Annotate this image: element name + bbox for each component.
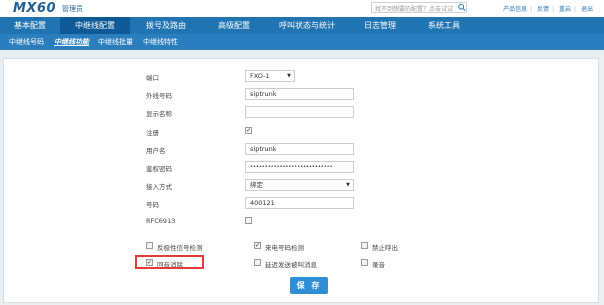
access-mode-label: 接入方式 xyxy=(146,183,172,191)
link-restart[interactable]: 重启 xyxy=(559,6,571,13)
top-links: 产品信息 | 反馈 | 重启 | 退出 xyxy=(503,6,593,13)
nav-trunk-config[interactable]: 中继线配置 xyxy=(60,17,130,34)
display-name-label: 显示名称 xyxy=(146,110,172,118)
polarity-detect-checkbox[interactable] xyxy=(146,242,153,249)
record-label: 录音 xyxy=(372,261,385,269)
caller-id-detect-label: 来电号码检测 xyxy=(265,244,304,252)
access-mode-select[interactable]: 绑定 ▼ xyxy=(245,179,354,191)
password-field[interactable]: •••••••••••••••••••••••••••• xyxy=(245,161,354,173)
caller-id-detect-checkbox[interactable]: ✓ xyxy=(254,242,261,249)
nav-call-status[interactable]: 呼叫状态与统计 xyxy=(266,17,348,34)
tab-trunk-feature[interactable]: 中继线特性 xyxy=(143,34,178,50)
sub-nav: 中继线号码 中继线功能 中继线批量 中继线特性 xyxy=(0,34,604,50)
block-outbound-label: 禁止呼出 xyxy=(372,244,398,252)
number-field[interactable]: 400121 xyxy=(245,197,354,209)
outbound-number-field[interactable]: siptrunk xyxy=(245,88,354,100)
port-select[interactable]: FXO-1 ▼ xyxy=(245,70,295,82)
outbound-number-label: 外线号码 xyxy=(146,92,172,100)
register-checkbox[interactable]: ✓ xyxy=(245,127,252,134)
search-icon[interactable] xyxy=(458,3,466,12)
tab-trunk-function[interactable]: 中继线功能 xyxy=(54,34,89,50)
port-value: FXO-1 xyxy=(250,72,270,80)
username-label: 用户名 xyxy=(146,147,166,155)
delay-send-label: 延迟发送被叫消息 xyxy=(265,261,317,269)
password-label: 鉴权密码 xyxy=(146,165,172,173)
link-feedback[interactable]: 反馈 xyxy=(537,6,549,13)
save-button[interactable]: 保 存 xyxy=(290,277,328,294)
nav-dial-routing[interactable]: 拨号及路由 xyxy=(130,17,202,34)
link-logout[interactable]: 退出 xyxy=(581,6,593,13)
search-input[interactable]: 找不到想要的配置？点击试试 xyxy=(371,2,467,13)
chevron-down-icon: ▼ xyxy=(287,73,291,79)
user-role: 管理员 xyxy=(62,5,83,13)
top-bar: MX60 管理员 找不到想要的配置？点击试试 产品信息 | 反馈 | 重启 | 退出 xyxy=(0,0,604,18)
username-field[interactable]: siptrunk xyxy=(245,143,354,155)
port-label: 端口 xyxy=(146,74,159,82)
access-mode-value: 绑定 xyxy=(250,181,263,189)
logo: MX60 xyxy=(13,1,57,16)
highlight-box xyxy=(135,255,204,269)
polarity-detect-label: 反极性信号检测 xyxy=(157,244,203,252)
link-product-info[interactable]: 产品信息 xyxy=(503,6,527,13)
chevron-down-icon: ▼ xyxy=(346,182,350,188)
rfc6913-label: RFC6913 xyxy=(146,217,176,225)
block-outbound-checkbox[interactable] xyxy=(361,242,368,249)
tab-trunk-number[interactable]: 中继线号码 xyxy=(9,34,44,50)
register-label: 注册 xyxy=(146,129,159,137)
tab-trunk-batch[interactable]: 中继线批量 xyxy=(98,34,133,50)
delay-send-checkbox[interactable] xyxy=(254,259,261,266)
nav-advanced-config[interactable]: 高级配置 xyxy=(202,17,266,34)
nav-system-tools[interactable]: 系统工具 xyxy=(412,17,476,34)
record-checkbox[interactable] xyxy=(361,259,368,266)
display-name-field[interactable] xyxy=(245,106,354,118)
rfc6913-checkbox[interactable] xyxy=(245,217,252,224)
number-label: 号码 xyxy=(146,201,159,209)
nav-log-management[interactable]: 日志管理 xyxy=(348,17,412,34)
nav-basic-config[interactable]: 基本配置 xyxy=(0,17,60,34)
main-nav: 基本配置 中继线配置 拨号及路由 高级配置 呼叫状态与统计 日志管理 系统工具 xyxy=(0,17,604,34)
